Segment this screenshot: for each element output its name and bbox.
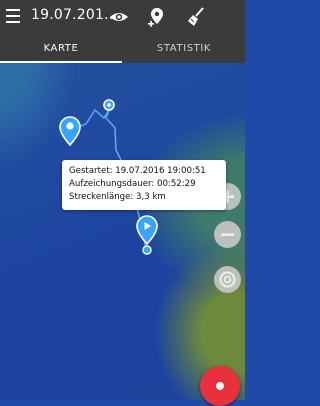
- track-layer: [59, 99, 158, 255]
- eye-icon[interactable]: [108, 5, 130, 29]
- zoom-out-icon: [221, 233, 234, 236]
- locate-icon: [219, 271, 236, 288]
- zoom-out-button[interactable]: [214, 221, 241, 248]
- waypoint-icon[interactable]: [103, 99, 115, 111]
- app-bar: 19.07.201…: [0, 0, 245, 35]
- info-duration: Aufzeichungsdauer: 00:52:29: [69, 179, 196, 189]
- tab-statistik-label: STATISTIK: [156, 43, 212, 54]
- info-distance: Streckenlänge: 3,3 km: [69, 192, 166, 202]
- menu-icon[interactable]: [6, 9, 20, 23]
- tab-bar: KARTE STATISTIK: [0, 35, 245, 63]
- info-started: Gestartet: 19.07.2016 19:00:51: [69, 166, 206, 176]
- add-location-icon[interactable]: [146, 5, 168, 29]
- tab-karte-label: KARTE: [43, 43, 79, 54]
- end-marker-icon[interactable]: [136, 215, 158, 255]
- start-marker-icon[interactable]: [59, 116, 81, 147]
- tab-statistik[interactable]: STATISTIK: [123, 35, 245, 63]
- map-view[interactable]: [0, 63, 245, 400]
- record-button[interactable]: [200, 366, 240, 406]
- tab-karte[interactable]: KARTE: [0, 35, 122, 63]
- locate-button[interactable]: [214, 266, 241, 293]
- record-icon: [216, 382, 224, 390]
- track-info-popup: Gestartet: 19.07.2016 19:00:51 Aufzeichu…: [62, 160, 226, 210]
- app-title: 19.07.201…: [31, 7, 119, 23]
- broom-icon[interactable]: [185, 5, 207, 29]
